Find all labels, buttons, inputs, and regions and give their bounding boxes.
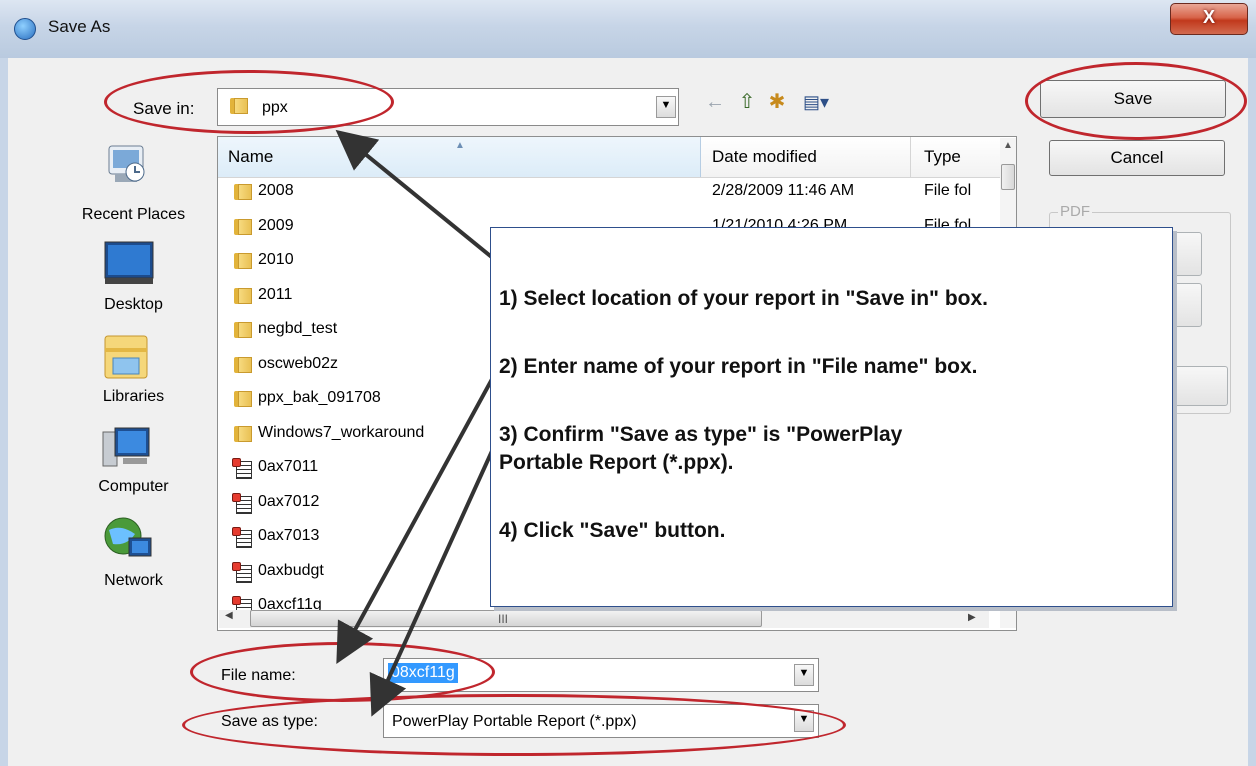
- callout-step-1: 1) Select location of your report in "Sa…: [499, 287, 989, 310]
- instruction-callout: 1) Select location of your report in "Sa…: [490, 227, 1173, 607]
- callout-step-3-cont: Portable Report (*.ppx).: [499, 451, 734, 474]
- callout-step-2: 2) Enter name of your report in "File na…: [499, 355, 978, 378]
- callout-step-4: 4) Click "Save" button.: [499, 519, 726, 542]
- arrow-to-save-in: [335, 129, 512, 274]
- callout-step-3: 3) Confirm "Save as type" is "PowerPlay: [499, 423, 903, 446]
